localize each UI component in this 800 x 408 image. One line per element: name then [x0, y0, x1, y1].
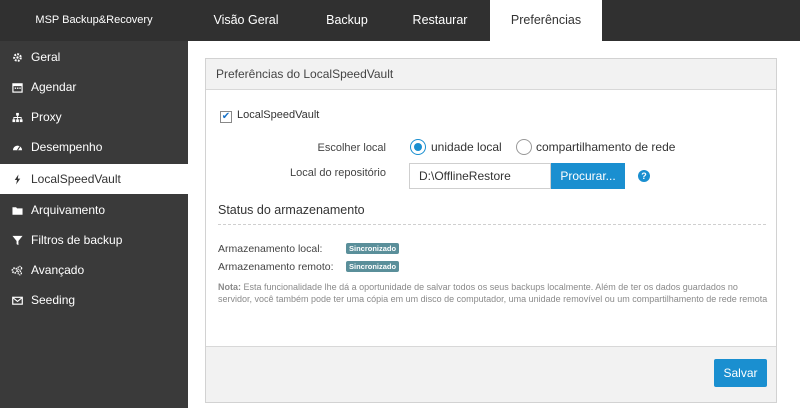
tab-preferences[interactable]: Preferências	[490, 0, 602, 41]
main-content: Preferências do LocalSpeedVault ✔ LocalS…	[188, 41, 800, 408]
repository-label: Local do repositório	[289, 167, 386, 179]
browse-button[interactable]: Procurar...	[551, 163, 625, 189]
sidebar-item-localspeedvault[interactable]: LocalSpeedVault	[0, 164, 188, 194]
preferences-panel: Preferências do LocalSpeedVault ✔ LocalS…	[205, 58, 777, 403]
sidebar-item-proxy[interactable]: Proxy	[0, 102, 188, 132]
folder-icon	[10, 195, 24, 225]
storage-status-title: Status do armazenamento	[218, 203, 365, 217]
sidebar-item-label: Proxy	[31, 110, 62, 124]
remote-storage-status-badge: Sincronizado	[346, 261, 400, 272]
sidebar-item-arquivamento[interactable]: Arquivamento	[0, 195, 188, 225]
panel-title: Preferências do LocalSpeedVault	[206, 59, 776, 90]
envelope-icon	[10, 285, 24, 315]
panel-footer: Salvar	[206, 346, 776, 402]
repository-path-input[interactable]: D:\OfflineRestore	[409, 163, 551, 189]
network-share-radio-label: compartilhamento de rede	[536, 140, 676, 154]
sidebar-item-seeding[interactable]: Seeding	[0, 285, 188, 315]
local-storage-status-badge: Sincronizado	[346, 243, 400, 254]
sidebar-item-label: Arquivamento	[31, 203, 106, 217]
sidebar-item-geral[interactable]: Geral	[0, 42, 188, 72]
divider	[218, 224, 766, 225]
sidebar-item-label: Geral	[31, 50, 61, 64]
localspeedvault-checkbox-label: LocalSpeedVault	[237, 109, 320, 121]
sidebar-item-desempenho[interactable]: Desempenho	[0, 132, 188, 162]
note-body: Esta funcionalidade lhe dá a oportunidad…	[218, 282, 768, 304]
sidebar-item-agendar[interactable]: Agendar	[0, 72, 188, 102]
gear-icon	[10, 42, 24, 72]
network-icon	[10, 102, 24, 132]
note-text: Nota: Esta funcionalidade lhe dá a oport…	[218, 281, 768, 305]
gears-icon	[10, 255, 24, 285]
tab-backup[interactable]: Backup	[304, 0, 390, 41]
local-drive-radio-label: unidade local	[431, 140, 502, 154]
local-drive-radio[interactable]	[410, 139, 426, 155]
dashboard-icon	[10, 132, 24, 162]
note-prefix: Nota:	[218, 282, 241, 292]
remote-storage-label: Armazenamento remoto:	[218, 261, 334, 273]
sidebar-item-label: Seeding	[31, 293, 76, 307]
sidebar-item-label: Desempenho	[31, 140, 103, 154]
sidebar-item-avancado[interactable]: Avançado	[0, 255, 188, 285]
sidebar: Geral Agendar Proxy Desempenho LocalSpee…	[0, 41, 188, 408]
filter-icon	[10, 225, 24, 255]
location-label: Escolher local	[317, 142, 386, 154]
bolt-icon	[10, 164, 24, 194]
sidebar-item-label: LocalSpeedVault	[31, 172, 121, 186]
local-storage-label: Armazenamento local:	[218, 243, 323, 255]
help-icon[interactable]: ?	[638, 170, 650, 182]
app-brand: MSP Backup&Recovery	[35, 14, 153, 26]
network-share-radio[interactable]	[516, 139, 532, 155]
sidebar-item-label: Filtros de backup	[31, 233, 123, 247]
top-bar: MSP Backup&Recovery Visão Geral Backup R…	[0, 0, 800, 41]
sidebar-item-filtros[interactable]: Filtros de backup	[0, 225, 188, 255]
save-button[interactable]: Salvar	[714, 359, 767, 387]
sidebar-item-label: Avançado	[31, 263, 85, 277]
calendar-icon	[10, 72, 24, 102]
tab-overview[interactable]: Visão Geral	[188, 0, 304, 41]
localspeedvault-checkbox[interactable]: ✔	[220, 111, 232, 123]
tab-restore[interactable]: Restaurar	[390, 0, 490, 41]
sidebar-item-label: Agendar	[31, 80, 77, 94]
